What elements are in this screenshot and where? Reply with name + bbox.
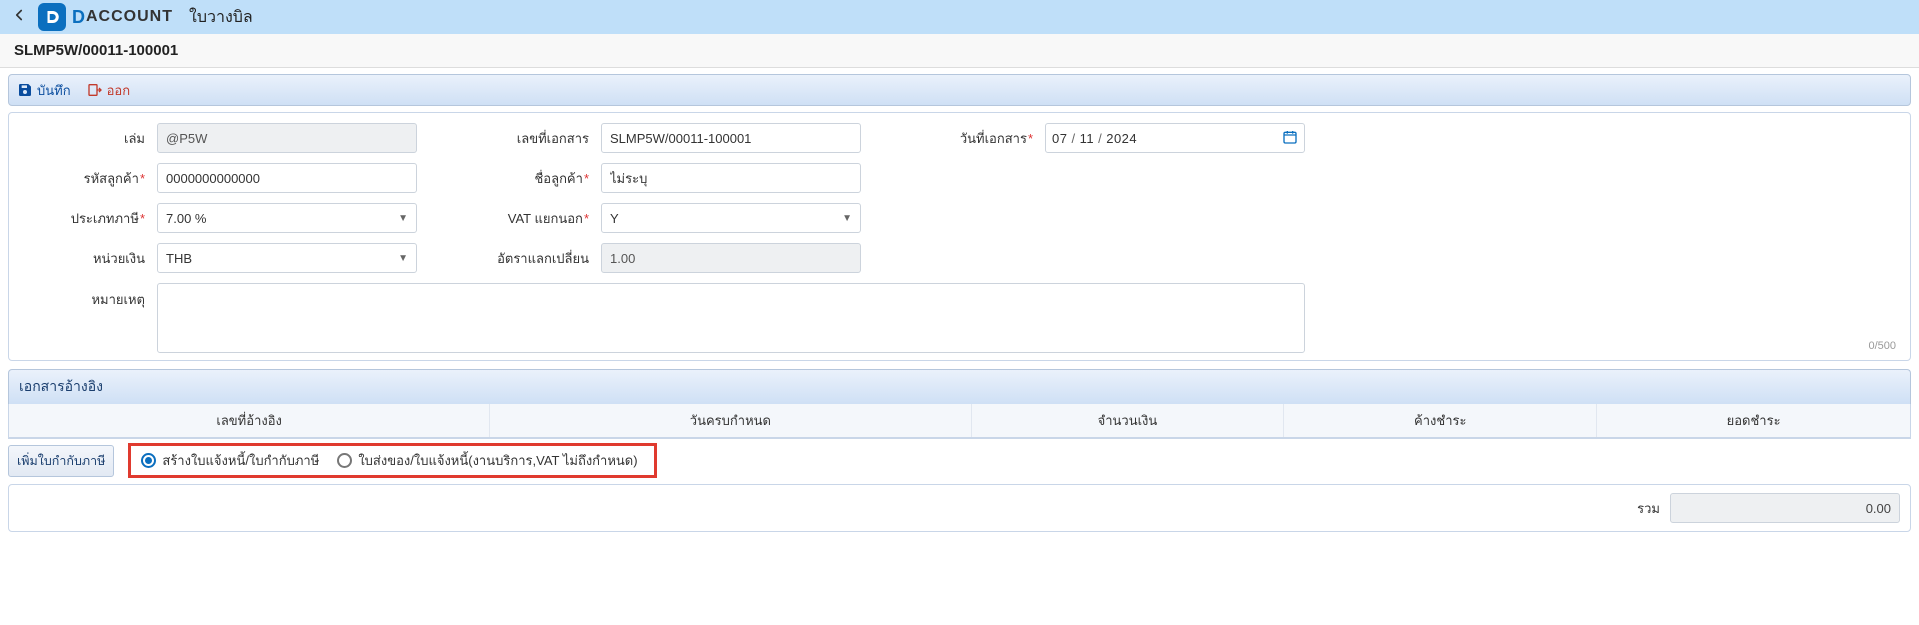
taxtype-value: 7.00 % <box>166 211 206 226</box>
col-due: วันครบกำหนด <box>490 404 971 437</box>
docdate-field[interactable]: 07/11/2024 <box>1045 123 1305 153</box>
custcode-field[interactable] <box>157 163 417 193</box>
refdoc-table: เลขที่อ้างอิง วันครบกำหนด จำนวนเงิน ค้าง… <box>8 404 1911 439</box>
currency-select[interactable]: THB ▼ <box>157 243 417 273</box>
docno-label: เลขที่เอกสาร <box>493 128 593 149</box>
chevron-down-icon: ▼ <box>842 213 852 224</box>
vatext-value: Y <box>610 211 619 226</box>
custcode-label: รหัสลูกค้า <box>19 168 149 189</box>
logo-icon <box>38 3 66 31</box>
vatext-select[interactable]: Y▼ <box>601 203 861 233</box>
docno-field[interactable] <box>601 123 861 153</box>
book-label: เล่ม <box>19 128 149 149</box>
total-bar: รวม <box>8 484 1911 532</box>
radio-unchecked-icon <box>337 453 352 468</box>
exit-icon <box>87 82 103 98</box>
add-tax-invoice-button[interactable]: เพิ่มใบกำกับภาษี <box>8 445 114 477</box>
custname-field[interactable] <box>601 163 861 193</box>
radio-delivery-note[interactable]: ใบส่งของ/ใบแจ้งหนี้(งานบริการ,VAT ไม่ถึง… <box>337 450 637 471</box>
radio-create-invoice[interactable]: สร้างใบแจ้งหนี้/ใบกำกับภาษี <box>141 450 319 471</box>
save-button[interactable]: บันทึก <box>17 80 71 101</box>
custname-label: ชื่อลูกค้า <box>493 168 593 189</box>
col-pay: ยอดชำระ <box>1597 404 1910 437</box>
form-panel: เล่ม @P5W เลขที่เอกสาร วันที่เอกสาร 07/1… <box>8 112 1911 361</box>
remark-char-count: 0/500 <box>1868 340 1896 352</box>
remark-label: หมายเหตุ <box>19 283 149 310</box>
save-icon <box>17 82 33 98</box>
total-label: รวม <box>1637 498 1660 519</box>
exit-button[interactable]: ออก <box>87 80 131 101</box>
exit-label: ออก <box>107 80 131 101</box>
calendar-icon[interactable] <box>1282 129 1298 148</box>
taxtype-label: ประเภทภาษี <box>19 208 149 229</box>
chevron-down-icon: ▼ <box>398 253 408 264</box>
col-refno: เลขที่อ้างอิง <box>9 404 490 437</box>
save-label: บันทึก <box>37 80 71 101</box>
invoice-type-radio-group: สร้างใบแจ้งหนี้/ใบกำกับภาษี ใบส่งของ/ใบแ… <box>128 443 656 478</box>
radio-checked-icon <box>141 453 156 468</box>
col-amount: จำนวนเงิน <box>972 404 1285 437</box>
vatext-label: VAT แยกนอก <box>493 208 593 229</box>
app-logo: DACCOUNT <box>38 3 173 31</box>
docdate-value: 07/11/2024 <box>1052 131 1137 146</box>
currency-value: THB <box>166 251 192 266</box>
logo-letter: D <box>72 7 86 28</box>
exrate-field: 1.00 <box>601 243 861 273</box>
toolbar: บันทึก ออก <box>8 74 1911 106</box>
total-field <box>1670 493 1900 523</box>
col-remain: ค้างชำระ <box>1284 404 1597 437</box>
exrate-label: อัตราแลกเปลี่ยน <box>493 248 593 269</box>
radio-opt2-label: ใบส่งของ/ใบแจ้งหนี้(งานบริการ,VAT ไม่ถึง… <box>358 450 637 471</box>
logo-text: ACCOUNT <box>86 8 173 26</box>
taxtype-select[interactable]: 7.00 % ▼ <box>157 203 417 233</box>
document-code-header: SLMP5W/00011-100001 <box>0 34 1919 68</box>
page-title: ใบวางบิล <box>189 5 253 30</box>
currency-label: หน่วยเงิน <box>19 248 149 269</box>
docdate-label: วันที่เอกสาร <box>937 128 1037 149</box>
back-button[interactable] <box>10 6 28 29</box>
remark-field[interactable] <box>157 283 1305 353</box>
radio-opt1-label: สร้างใบแจ้งหนี้/ใบกำกับภาษี <box>162 450 319 471</box>
chevron-down-icon: ▼ <box>398 213 408 224</box>
book-field: @P5W <box>157 123 417 153</box>
refdoc-section-title: เอกสารอ้างอิง <box>8 369 1911 404</box>
